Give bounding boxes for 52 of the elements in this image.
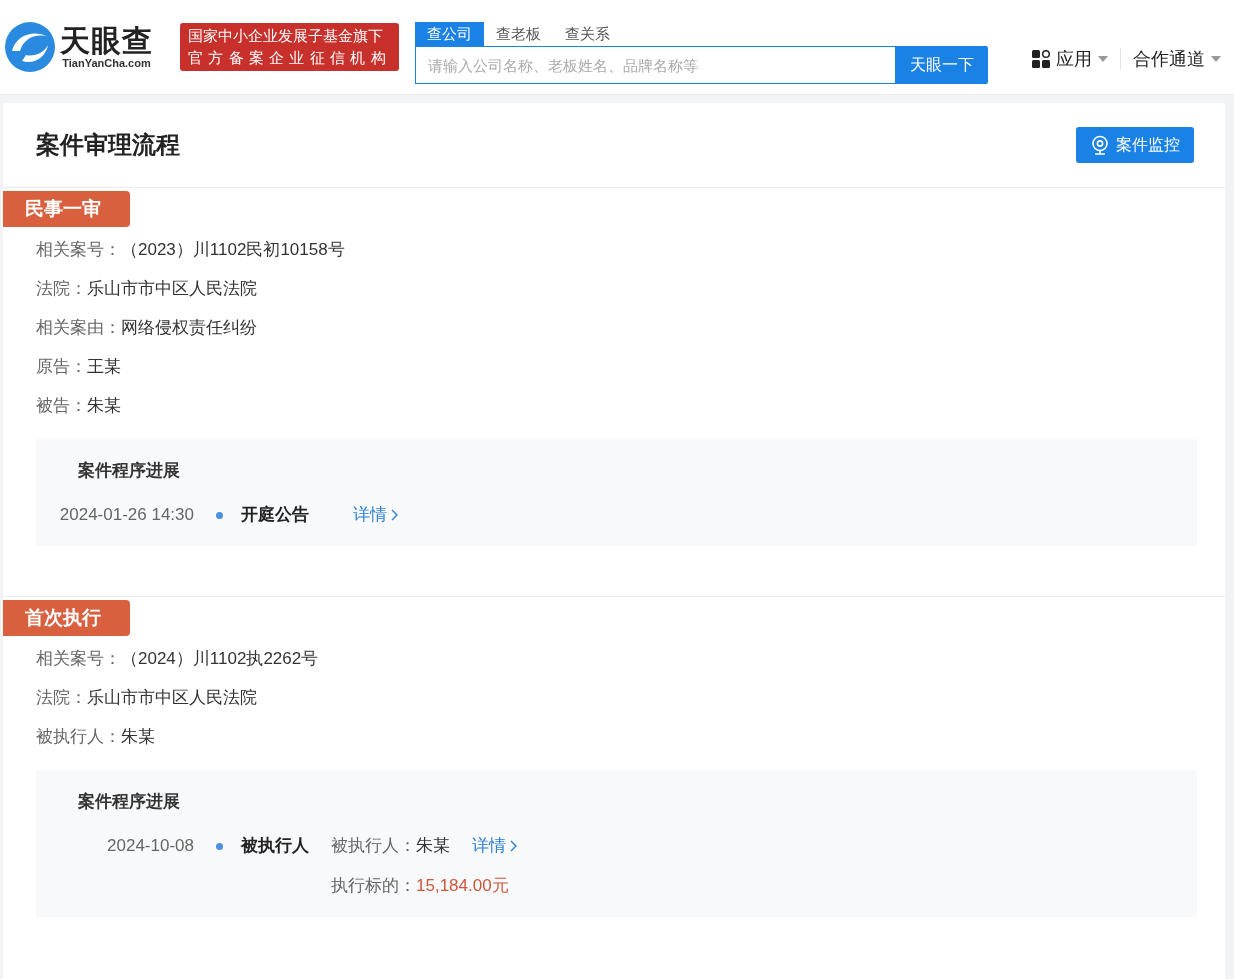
detail-value: 朱某 xyxy=(416,835,450,857)
nav-menu[interactable]: 合作通道 xyxy=(1133,47,1221,71)
details-link[interactable]: 详情 xyxy=(472,835,517,857)
chevron-right-icon xyxy=(510,840,517,852)
field-value: 乐山市市中区人民法院 xyxy=(87,278,257,300)
field-value: 朱某 xyxy=(121,726,155,748)
event-title: 开庭公告 xyxy=(241,504,309,526)
caret-icon xyxy=(1098,56,1108,62)
progress-title: 案件程序进展 xyxy=(78,791,181,813)
field-label: 法院： xyxy=(36,278,87,300)
case-monitor-button[interactable]: 案件监控 xyxy=(1076,127,1194,163)
badge-text: 官方备案企业征信机构 xyxy=(188,48,391,68)
stage-tag: 民事一审 xyxy=(3,191,130,227)
field-label: 原告： xyxy=(36,356,87,378)
badge-text: 国家中小企业发展子基金旗下 xyxy=(188,26,384,46)
timeline-dot xyxy=(216,512,223,519)
field-label: 相关案号： xyxy=(36,648,121,670)
logo-name: 天眼查 xyxy=(60,25,153,57)
logo-icon xyxy=(4,21,56,73)
field-value: （2024）川1102执2262号 xyxy=(121,648,319,670)
field-label: 被执行人： xyxy=(36,726,121,748)
field-label: 相关案号： xyxy=(36,239,121,261)
detail-label: 执行标的： xyxy=(331,875,416,897)
apps-icon xyxy=(1032,50,1050,68)
search-tab[interactable]: 查老板 xyxy=(484,22,553,46)
event-title: 被执行人 xyxy=(241,835,309,857)
search-field[interactable]: 请输入公司名称、老板姓名、品牌名称等 xyxy=(415,46,895,84)
stage-tag: 首次执行 xyxy=(3,600,130,636)
progress-title: 案件程序进展 xyxy=(78,460,181,482)
detail-value: 15,184.00元 xyxy=(416,875,509,897)
field-value: （2023）川1102民初10158号 xyxy=(121,239,345,261)
chevron-right-icon xyxy=(391,509,398,521)
field-label: 相关案由： xyxy=(36,317,121,339)
field-label: 法院： xyxy=(36,687,87,709)
field-value: 王某 xyxy=(87,356,121,378)
search-tab[interactable]: 查关系 xyxy=(553,22,622,46)
caret-icon xyxy=(1211,56,1221,62)
timeline-dot xyxy=(216,843,223,850)
webcam-icon xyxy=(1090,135,1110,155)
search-button[interactable]: 天眼一下 xyxy=(895,46,988,84)
event-time: 2024-01-26 14:30 xyxy=(58,504,194,526)
field-value: 网络侵权责任纠纷 xyxy=(121,317,257,339)
field-label: 被告： xyxy=(36,395,87,417)
details-link[interactable]: 详情 xyxy=(353,504,398,526)
field-value: 乐山市市中区人民法院 xyxy=(87,687,257,709)
detail-label: 被执行人： xyxy=(331,835,416,857)
field-value: 朱某 xyxy=(87,395,121,417)
search-tab[interactable]: 查公司 xyxy=(415,22,484,46)
card-title: 案件审理流程 xyxy=(36,130,180,160)
nav-menu[interactable]: 应用 xyxy=(1032,47,1108,71)
logo-domain: TianYanCha.com xyxy=(62,57,151,69)
event-time: 2024-10-08 xyxy=(106,835,194,857)
